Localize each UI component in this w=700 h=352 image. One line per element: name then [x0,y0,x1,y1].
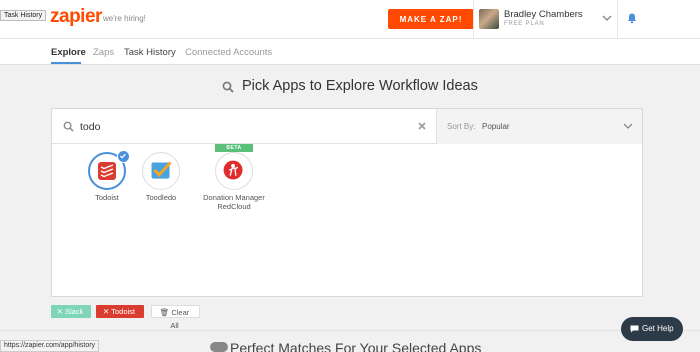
bell-icon[interactable] [626,12,638,24]
search-row: Sort By: Popular [52,109,642,144]
get-help-label: Get Help [642,324,674,333]
sort-label: Sort By: [447,122,476,131]
chat-icon [630,325,639,333]
avatar[interactable] [479,9,499,29]
app-donation-manager[interactable]: BETA Donation Manager RedCloud [197,144,271,211]
header-divider [617,0,618,39]
todoist-filter-chip[interactable]: ✕ Todoist [96,305,144,318]
chip-label: Clear All [170,308,190,330]
chip-label: Todoist [111,307,135,316]
section-divider [0,330,700,331]
user-plan: FREE PLAN [504,21,545,27]
beta-badge: BETA [215,144,253,152]
app-label: Donation Manager RedCloud [203,193,265,211]
search-icon [63,121,74,132]
chip-label: Slack [65,307,84,316]
zapier-logo[interactable]: zapier [50,6,102,28]
section-heading: Perfect Matches For Your Selected Apps [230,340,482,352]
tab-task-history[interactable]: Task History [124,47,176,58]
search-input[interactable] [80,118,410,136]
top-header: zapier we're hiring! MAKE A ZAP! Bradley… [0,0,700,39]
clear-all-button[interactable]: 🗑 Clear All [151,305,200,330]
redcloud-logo[interactable] [215,152,253,190]
header-divider [473,0,474,39]
todoist-logo[interactable] [88,150,130,190]
chevron-down-icon[interactable] [623,122,633,130]
sort-dropdown[interactable]: Sort By: Popular [436,109,642,144]
toodledo-logo[interactable] [142,152,180,190]
sort-value[interactable]: Popular [482,122,510,131]
trash-icon: 🗑 [159,308,172,317]
user-name[interactable]: Bradley Chambers [504,9,583,20]
slack-filter-chip[interactable]: ✕ Slack [51,305,91,318]
make-zap-button[interactable]: MAKE A ZAP! [388,9,474,29]
status-url: https://zapier.com/app/history [0,340,100,352]
hiring-link[interactable]: we're hiring! [103,14,146,23]
active-tab-indicator [51,62,81,64]
app-toodledo[interactable]: Toodledo [124,152,198,202]
chat-bubbles-icon [210,342,228,352]
close-icon[interactable]: ✕ [57,307,65,316]
tooltip: Task History [0,10,47,21]
tab-explore[interactable]: Explore [51,47,86,58]
chevron-down-icon[interactable] [601,12,613,24]
page-title: Pick Apps to Explore Workflow Ideas [242,78,478,94]
close-icon[interactable] [417,121,427,131]
tab-connected-accounts[interactable]: Connected Accounts [185,47,272,58]
close-icon[interactable]: ✕ [103,307,111,316]
tab-zaps[interactable]: Zaps [93,47,114,58]
tab-bar: Explore Zaps Task History Connected Acco… [0,39,700,65]
search-icon [222,81,234,93]
redcloud-icon [223,160,243,180]
get-help-button[interactable]: Get Help [621,317,683,341]
toodledo-icon [151,161,172,179]
app-picker-panel: Sort By: Popular Todoist Toodledo [51,108,643,297]
app-label: Toodledo [145,193,177,202]
